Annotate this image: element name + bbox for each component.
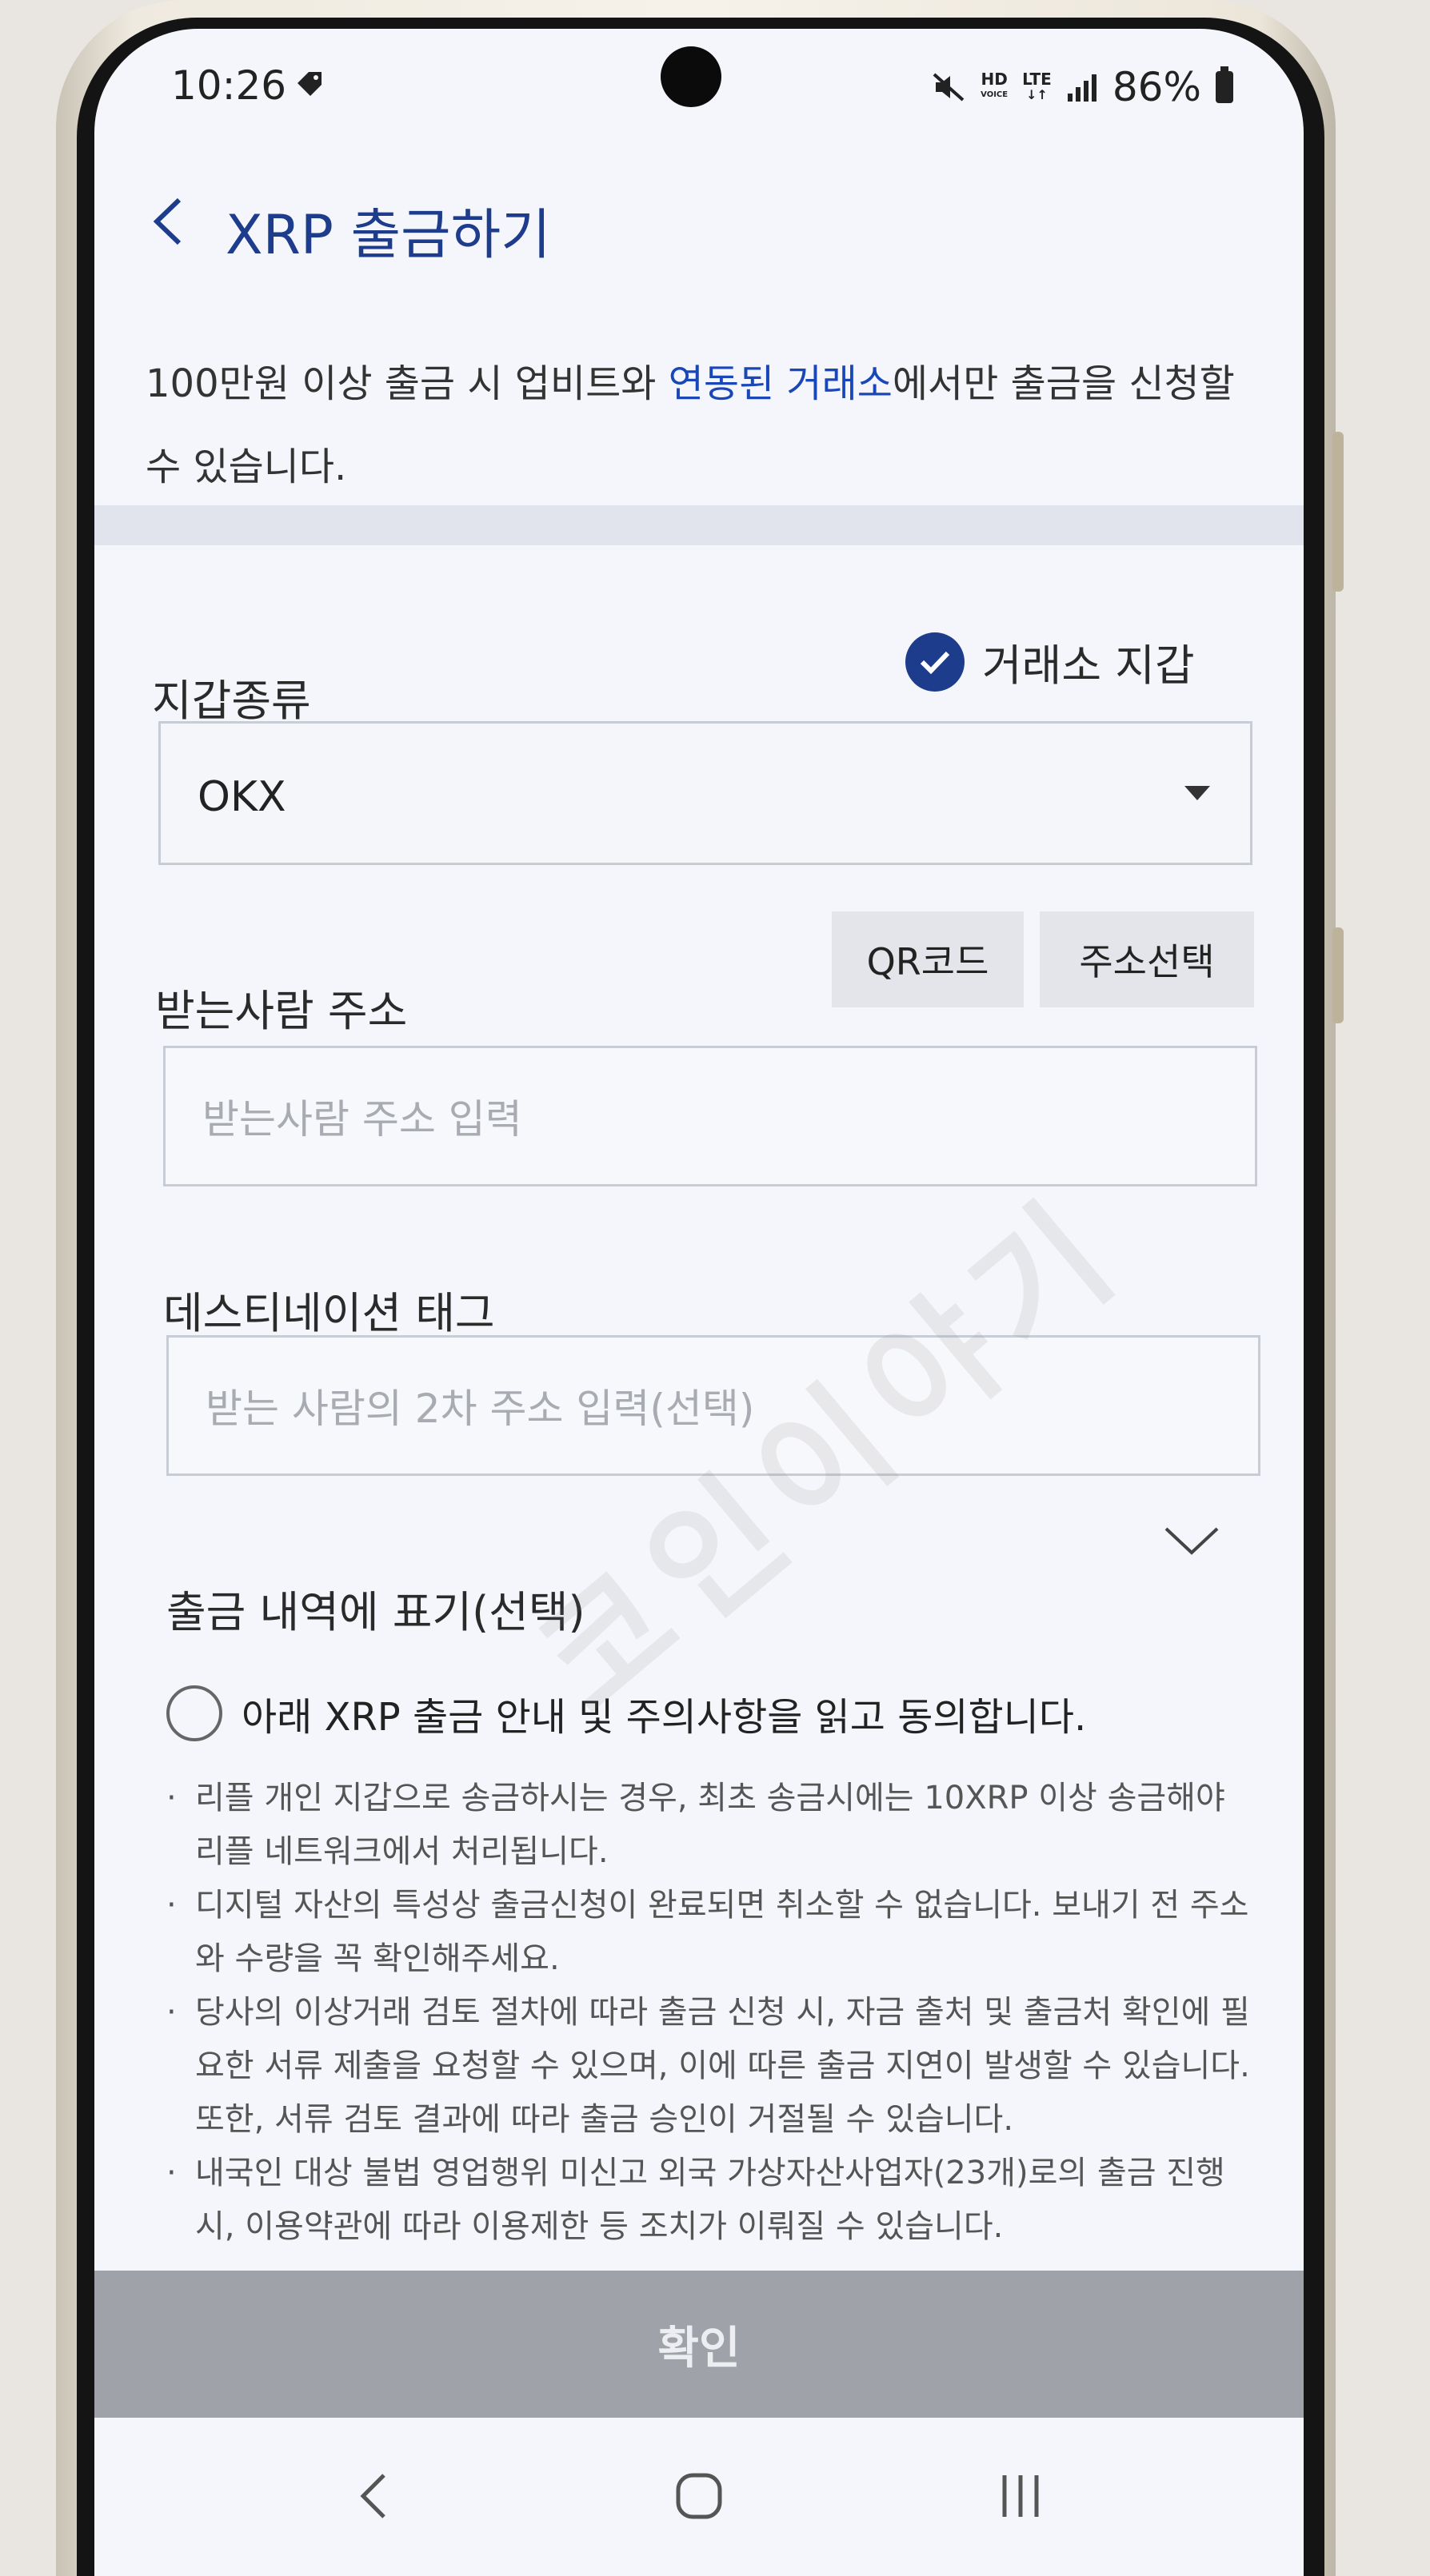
nav-recents-icon[interactable] (981, 2456, 1061, 2536)
system-nav-bar (94, 2418, 1304, 2576)
mute-icon (933, 73, 965, 102)
linked-exchanges-link[interactable]: 연동된 거래소 (669, 361, 893, 406)
note-item: 리플 개인 지갑으로 송금하시는 경우, 최초 송금시에는 10XRP 이상 송… (166, 1772, 1254, 1879)
address-select-button-label: 주소선택 (1079, 940, 1215, 983)
qr-code-button-label: QR코드 (866, 940, 989, 983)
front-camera (661, 46, 721, 107)
notice-text: 100만원 이상 출금 시 업비트와 연동된 거래소에서만 출금을 신청할 수 … (146, 342, 1249, 508)
status-bar: 10:26 HD VOICE LTE ↓↑ 86% (94, 29, 1304, 149)
destination-tag-label: 데스티네이션 태그 (163, 1288, 495, 1338)
lte-label: LTE (1022, 70, 1052, 89)
address-select-button[interactable]: 주소선택 (1040, 911, 1254, 1007)
note-item: 디지털 자산의 특성상 출금신청이 완료되면 취소할 수 없습니다. 보내기 전… (166, 1879, 1254, 1986)
app-header: XRP 출금하기 (94, 173, 1304, 269)
note-item: 당사의 이상거래 검토 절차에 따라 출금 신청 시, 자금 출처 및 출금처 … (166, 1986, 1254, 2147)
exchange-select-value: OKX (198, 773, 286, 821)
chevron-down-icon[interactable] (1163, 1524, 1220, 1559)
screen: 10:26 HD VOICE LTE ↓↑ 86% XRP 출금하기 100만원… (94, 29, 1304, 2576)
signal-icon (1067, 74, 1096, 102)
volume-button (1332, 432, 1344, 592)
recipient-address-input[interactable]: 받는사람 주소 입력 (163, 1046, 1257, 1186)
confirm-button-label: 확인 (657, 2322, 741, 2375)
hd-sub-label: VOICE (981, 90, 1009, 99)
recipient-address-placeholder: 받는사람 주소 입력 (202, 1096, 522, 1142)
exchange-wallet-checkbox[interactable]: 거래소 지갑 (905, 630, 1195, 693)
page-title: XRP 출금하기 (226, 204, 551, 267)
section-divider (94, 505, 1304, 545)
confirm-button[interactable]: 확인 (94, 2271, 1304, 2418)
dropdown-caret-icon (1184, 786, 1210, 800)
hd-voice-badge: HD VOICE (981, 71, 1008, 103)
nav-back-icon[interactable] (334, 2456, 414, 2536)
recipient-address-label: 받는사람 주소 (155, 986, 408, 1036)
back-arrow-icon[interactable] (142, 193, 198, 249)
note-item: 내국인 대상 불법 영업행위 미신고 외국 가상자산사업자(23개)로의 출금 … (166, 2147, 1254, 2254)
agreement-radio-icon (166, 1685, 222, 1741)
battery-percent: 86% (1112, 64, 1201, 110)
wallet-type-label: 지갑종류 (152, 676, 311, 726)
status-time: 10:26 (171, 62, 287, 109)
destination-tag-placeholder: 받는 사람의 2차 주소 입력(선택) (206, 1386, 755, 1432)
power-button (1332, 927, 1344, 1023)
exchange-select[interactable]: OKX (158, 721, 1252, 865)
notice-part1: 100만원 이상 출금 시 업비트와 (146, 361, 669, 406)
battery-icon (1216, 66, 1233, 103)
exchange-wallet-label: 거래소 지갑 (982, 640, 1195, 691)
notes-list: 리플 개인 지갑으로 송금하시는 경우, 최초 송금시에는 10XRP 이상 송… (166, 1772, 1254, 2254)
tag-icon (298, 72, 322, 96)
hd-label: HD (981, 70, 1008, 89)
qr-code-button[interactable]: QR코드 (832, 911, 1024, 1007)
lte-badge: LTE ↓↑ (1022, 70, 1052, 102)
checkmark-icon (905, 632, 965, 692)
status-icons: HD VOICE LTE ↓↑ 86% (933, 64, 1233, 110)
nav-home-icon[interactable] (659, 2456, 739, 2536)
